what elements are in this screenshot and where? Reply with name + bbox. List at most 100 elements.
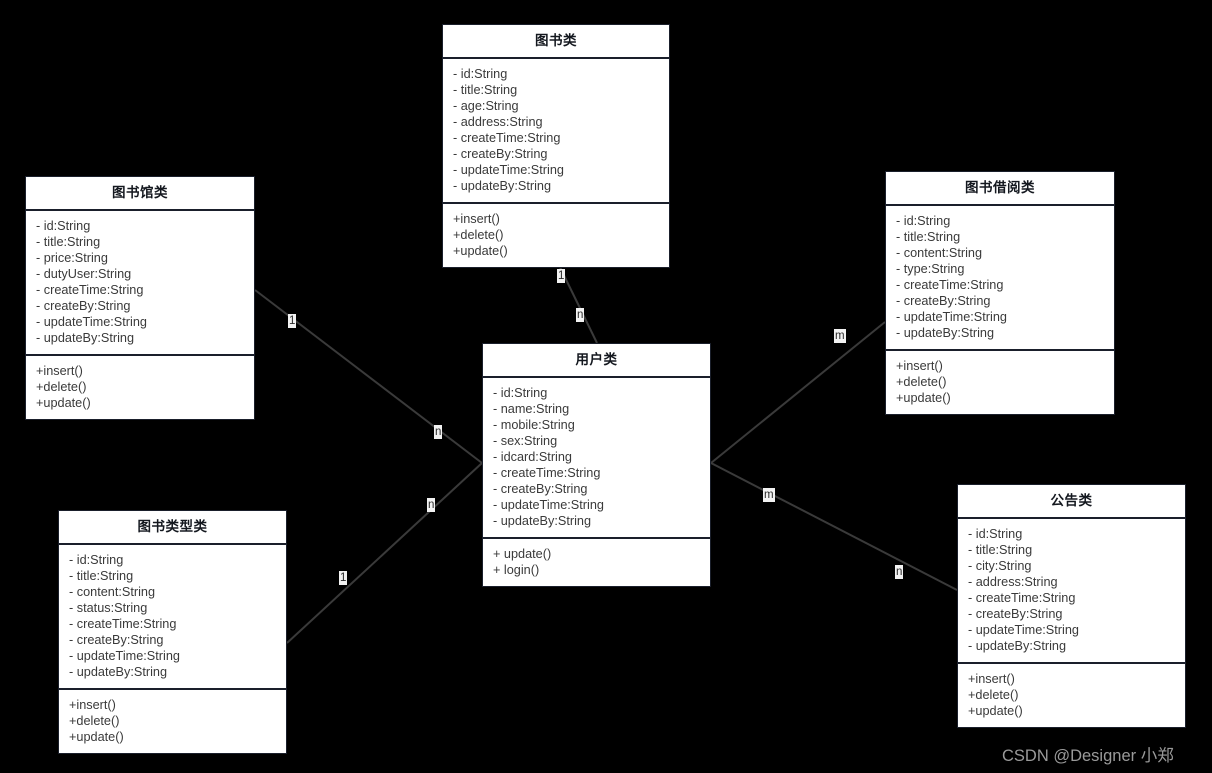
attribute-line: - updateTime:String: [69, 649, 180, 664]
method-line: +insert(): [968, 672, 1015, 687]
attribute-line: - createBy:String: [453, 147, 548, 162]
attribute-line: - id:String: [896, 214, 951, 229]
attribute-line: - updateTime:String: [896, 310, 1007, 325]
class-title-book: 图书类: [443, 25, 669, 60]
attribute-line: - updateTime:String: [493, 498, 604, 513]
attribute-line: - updateBy:String: [896, 326, 995, 341]
attribute-line: - updateTime:String: [968, 623, 1079, 638]
multiplicity-label-book-user-target: n: [576, 308, 585, 322]
attribute-line: - updateBy:String: [69, 665, 168, 680]
uml-class-library: 图书馆类 - id:String - title:String - price:Str…: [25, 176, 255, 421]
multiplicity-label-user-notice-target: n: [895, 565, 904, 579]
class-attributes-notice: - id:String - title:String - city:String - …: [958, 519, 1185, 665]
class-attributes-library: - id:String - title:String - price:String -…: [26, 211, 254, 357]
method-line: +delete(): [36, 380, 87, 395]
multiplicity-label-user-notice-source: m: [763, 488, 775, 502]
attribute-line: - updateBy:String: [968, 639, 1067, 654]
attribute-line: - id:String: [493, 386, 548, 401]
attribute-line: - city:String: [968, 559, 1032, 574]
attribute-line: - createBy:String: [493, 482, 588, 497]
method-line: +delete(): [453, 228, 504, 243]
attribute-line: - title:String: [453, 83, 518, 98]
attribute-line: - title:String: [36, 235, 101, 250]
method-line: +insert(): [36, 364, 83, 379]
watermark-text: CSDN @Designer 小郑: [1002, 747, 1174, 765]
class-title-library: 图书馆类: [26, 177, 254, 212]
method-line: +delete(): [968, 688, 1019, 703]
attribute-line: - id:String: [968, 527, 1023, 542]
attribute-line: - status:String: [69, 601, 148, 616]
connector-user-borrow: [710, 321, 886, 464]
method-line: + update(): [493, 547, 552, 562]
method-line: +insert(): [896, 359, 943, 374]
attribute-line: - createTime:String: [453, 131, 561, 146]
multiplicity-label-booktype-user-source: 1: [339, 571, 348, 585]
attribute-line: - title:String: [896, 230, 961, 245]
attribute-line: - age:String: [453, 99, 519, 114]
class-attributes-booktype: - id:String - title:String - content:Strin…: [59, 545, 286, 691]
attribute-line: - updateTime:String: [36, 315, 147, 330]
attribute-line: - title:String: [69, 569, 134, 584]
diagram-canvas: 图书类 - id:String - title:String - age:String…: [0, 0, 1212, 773]
class-methods-user: + update() + login(): [483, 539, 710, 586]
attribute-line: - type:String: [896, 262, 965, 277]
method-line: + login(): [493, 563, 540, 578]
multiplicity-label-library-user-target: n: [434, 425, 443, 439]
attribute-line: - name:String: [493, 402, 570, 417]
method-line: +update(): [453, 244, 508, 259]
attribute-line: - updateBy:String: [493, 514, 592, 529]
class-methods-book: +insert() +delete() +update(): [443, 204, 669, 267]
attribute-line: - mobile:String: [493, 418, 575, 433]
attribute-line: - updateBy:String: [453, 179, 552, 194]
attribute-line: - createTime:String: [493, 466, 601, 481]
class-methods-library: +insert() +delete() +update(): [26, 356, 254, 419]
class-title-borrow: 图书借阅类: [886, 172, 1114, 207]
attribute-line: - id:String: [36, 219, 91, 234]
multiplicity-label-booktype-user-target: n: [427, 498, 436, 512]
class-attributes-user: - id:String - name:String - mobile:String -…: [483, 378, 710, 540]
multiplicity-label-book-user-source: 1: [557, 269, 566, 283]
attribute-line: - updateBy:String: [36, 331, 135, 346]
method-line: +insert(): [69, 698, 116, 713]
attribute-line: - address:String: [968, 575, 1058, 590]
attribute-line: - content:String: [69, 585, 156, 600]
attribute-line: - sex:String: [493, 434, 558, 449]
attribute-line: - id:String: [69, 553, 124, 568]
uml-class-user: 用户类 - id:String - name:String - mobile:Stri…: [482, 343, 711, 588]
attribute-line: - createTime:String: [968, 591, 1076, 606]
class-methods-notice: +insert() +delete() +update(): [958, 664, 1185, 727]
attribute-line: - createTime:String: [69, 617, 177, 632]
attribute-line: - createBy:String: [896, 294, 991, 309]
attribute-line: - dutyUser:String: [36, 267, 132, 282]
connector-booktype-user: [286, 462, 483, 644]
method-line: +update(): [69, 730, 124, 745]
class-methods-borrow: +insert() +delete() +update(): [886, 351, 1114, 414]
uml-class-borrow: 图书借阅类 - id:String - title:String - content:…: [885, 171, 1115, 416]
class-title-notice: 公告类: [958, 485, 1185, 520]
class-title-booktype: 图书类型类: [59, 511, 286, 546]
attribute-line: - idcard:String: [493, 450, 572, 465]
uml-class-notice: 公告类 - id:String - title:String - city:Strin…: [957, 484, 1186, 729]
method-line: +update(): [968, 704, 1023, 719]
attribute-line: - createBy:String: [69, 633, 164, 648]
attribute-line: - price:String: [36, 251, 108, 266]
class-title-user: 用户类: [483, 344, 710, 379]
class-attributes-book: - id:String - title:String - age:String - a…: [443, 59, 669, 205]
attribute-line: - title:String: [968, 543, 1033, 558]
attribute-line: - createBy:String: [36, 299, 131, 314]
multiplicity-label-library-user-source: 1: [288, 314, 297, 328]
method-line: +update(): [36, 396, 91, 411]
method-line: +delete(): [896, 375, 947, 390]
uml-class-booktype: 图书类型类 - id:String - title:String - content:…: [58, 510, 287, 755]
attribute-line: - createTime:String: [36, 283, 144, 298]
attribute-line: - createTime:String: [896, 278, 1004, 293]
class-attributes-borrow: - id:String - title:String - content:Strin…: [886, 206, 1114, 352]
method-line: +update(): [896, 391, 951, 406]
attribute-line: - content:String: [896, 246, 983, 261]
class-methods-booktype: +insert() +delete() +update(): [59, 690, 286, 753]
connector-user-notice: [710, 462, 958, 591]
attribute-line: - createBy:String: [968, 607, 1063, 622]
attribute-line: - id:String: [453, 67, 508, 82]
uml-class-book: 图书类 - id:String - title:String - age:String…: [442, 24, 670, 269]
attribute-line: - updateTime:String: [453, 163, 564, 178]
